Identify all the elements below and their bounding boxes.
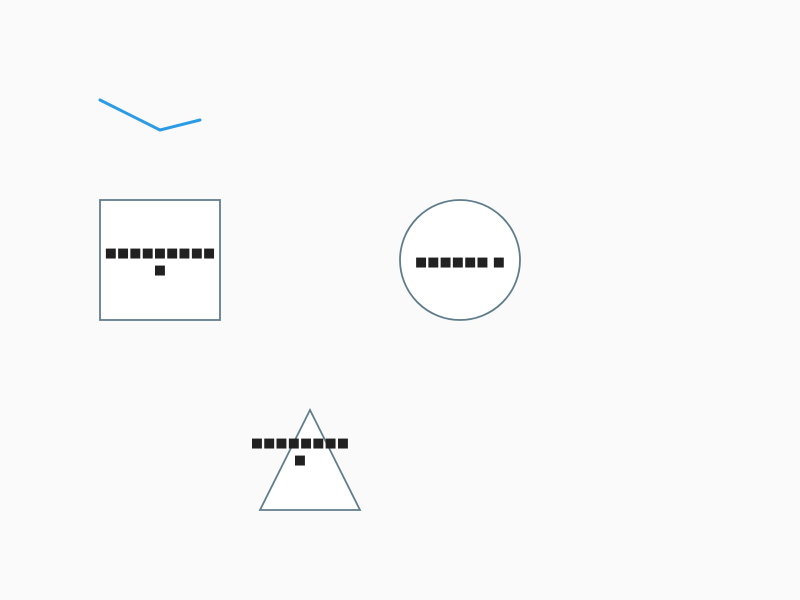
triangle-node[interactable]: ■■■■■■■■ ■ xyxy=(251,407,362,511)
triangle-shape xyxy=(258,407,362,511)
diagram-svg: ■■■■■■■■■ ■ ■■■■■■ ■ ■■■■■■■■ ■ xyxy=(98,98,521,511)
circle-node[interactable]: ■■■■■■ ■ xyxy=(399,199,521,321)
circle-label-line1: ■■■■■■ ■ xyxy=(415,255,505,270)
triangle-label-line1: ■■■■■■■■ xyxy=(251,436,349,451)
square-node[interactable]: ■■■■■■■■■ ■ xyxy=(99,199,221,321)
square-label-line1: ■■■■■■■■■ xyxy=(105,246,216,261)
triangle-label-line2: ■ xyxy=(294,453,306,468)
square-label-line2: ■ xyxy=(154,263,166,278)
diagram-canvas: ■■■■■■■■■ ■ ■■■■■■ ■ ■■■■■■■■ ■ xyxy=(0,0,800,600)
blue-polyline xyxy=(98,98,202,132)
